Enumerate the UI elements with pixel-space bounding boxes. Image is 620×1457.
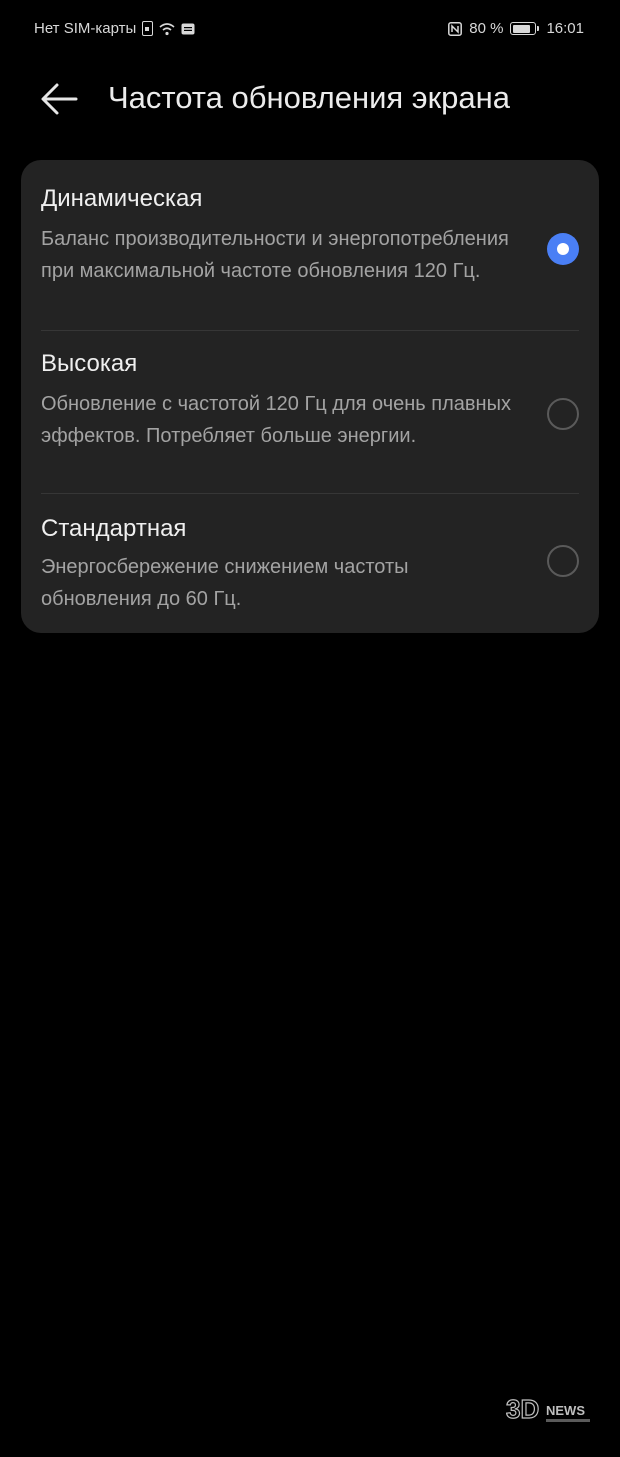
- clock: 16:01: [546, 20, 584, 37]
- radio-button-dynamic[interactable]: [547, 233, 579, 265]
- status-right: 80 % 16:01: [448, 20, 584, 37]
- svg-text:NEWS: NEWS: [546, 1403, 585, 1418]
- arrow-left-icon[interactable]: [40, 82, 78, 116]
- option-title: Динамическая: [41, 185, 203, 212]
- battery-fill: [512, 24, 530, 33]
- option-standard[interactable]: Стандартная Энергосбережение снижением ч…: [21, 493, 599, 633]
- battery-icon: [510, 22, 540, 35]
- option-description: Обновление с частотой 120 Гц для очень п…: [41, 393, 511, 447]
- option-dynamic[interactable]: Динамическая Баланс производительности и…: [21, 160, 599, 330]
- wifi-icon: [159, 22, 175, 36]
- header: Частота обновления экрана: [0, 70, 620, 132]
- option-description: Энергосбережение снижением частоты обнов…: [41, 556, 409, 610]
- status-bar: Нет SIM-карты 80 % 16:01: [0, 0, 620, 62]
- nfc-icon: [448, 21, 463, 36]
- refresh-rate-options-card: Динамическая Баланс производительности и…: [21, 160, 599, 633]
- sim-icon: [142, 21, 154, 36]
- page-title: Частота обновления экрана: [108, 80, 511, 115]
- radio-button-standard[interactable]: [547, 545, 579, 577]
- battery-percent: 80 %: [469, 20, 504, 37]
- option-title: Стандартная: [41, 515, 187, 542]
- option-title: Высокая: [41, 350, 138, 377]
- option-description: Баланс производительности и энергопотреб…: [41, 228, 509, 282]
- radio-button-high[interactable]: [547, 398, 579, 430]
- svg-text:3D: 3D: [506, 1394, 539, 1424]
- sim-status-text: Нет SIM-карты: [34, 20, 137, 37]
- status-left: Нет SIM-карты: [34, 20, 195, 37]
- message-icon: [181, 23, 195, 35]
- watermark-logo: 3D NEWS: [505, 1393, 602, 1427]
- option-high[interactable]: Высокая Обновление с частотой 120 Гц для…: [21, 330, 599, 493]
